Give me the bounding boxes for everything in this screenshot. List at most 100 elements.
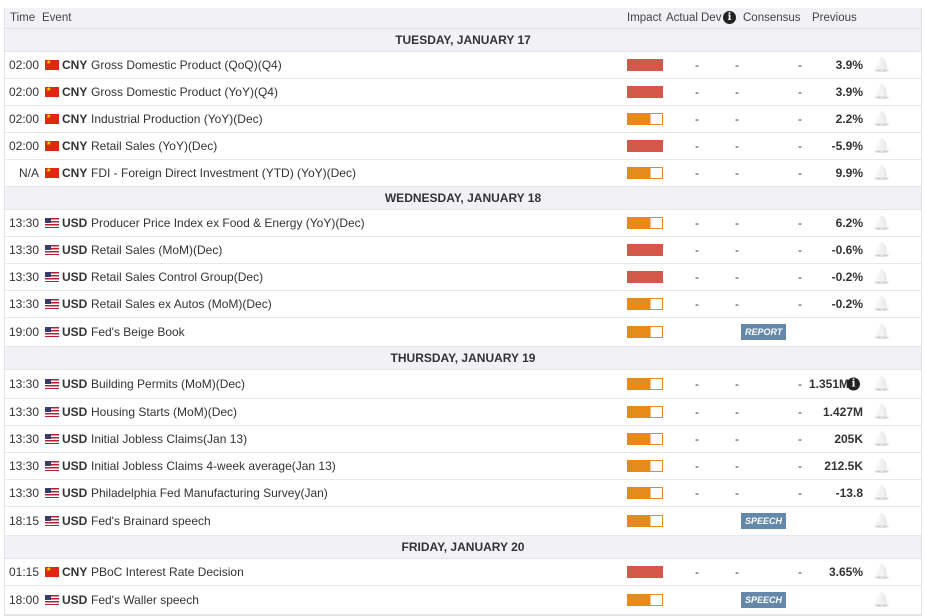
bell-icon[interactable]: 🔔 bbox=[873, 376, 890, 393]
bell-icon[interactable]: 🔔 bbox=[873, 592, 890, 609]
impact-high-bar bbox=[627, 566, 663, 578]
event-name[interactable]: Gross Domestic Product (YoY)(Q4) bbox=[91, 85, 278, 99]
table-row[interactable]: 13:30 USD Producer Price Index ex Food & E… bbox=[5, 210, 921, 237]
previous-value: 212.5K bbox=[824, 459, 863, 473]
bell-icon[interactable]: 🔔 bbox=[873, 215, 890, 232]
bell-icon[interactable]: 🔔 bbox=[873, 431, 890, 448]
col-previous: Previous bbox=[812, 12, 857, 24]
cny-flag-icon bbox=[45, 86, 59, 97]
table-row[interactable]: 18:15 USD Fed's Brainard speech SPEECH 🔔 bbox=[5, 507, 921, 536]
event-name[interactable]: Producer Price Index ex Food & Energy (Y… bbox=[91, 216, 365, 230]
dev-value: - bbox=[735, 139, 739, 153]
bell-icon[interactable]: 🔔 bbox=[873, 242, 890, 259]
currency-code: USD bbox=[62, 325, 88, 339]
consensus-value: - bbox=[798, 405, 802, 419]
event-name[interactable]: Retail Sales (MoM)(Dec) bbox=[91, 243, 222, 257]
table-row[interactable]: 02:00 CNYGross Domestic Product (YoY)(Q4)… bbox=[5, 79, 921, 106]
day-header: THURSDAY, JANUARY 19 bbox=[5, 347, 921, 370]
event-time: 02:00 bbox=[8, 139, 39, 153]
impact-medium-bar bbox=[627, 594, 663, 606]
bell-icon[interactable]: 🔔 bbox=[873, 165, 890, 182]
event-name[interactable]: Industrial Production (YoY)(Dec) bbox=[91, 112, 263, 126]
bell-icon[interactable]: 🔔 bbox=[873, 269, 890, 286]
consensus-value: - bbox=[798, 112, 802, 126]
table-row[interactable]: 01:15 CNYPBoC Interest Rate Decision - - - 3.… bbox=[5, 559, 921, 586]
event-name[interactable]: PBoC Interest Rate Decision bbox=[91, 565, 244, 579]
event-name[interactable]: Retail Sales ex Autos (MoM)(Dec) bbox=[91, 297, 272, 311]
dev-value: - bbox=[735, 432, 739, 446]
event-name[interactable]: Initial Jobless Claims 4-week average(Ja… bbox=[91, 459, 336, 473]
event-name[interactable]: Retail Sales Control Group(Dec) bbox=[91, 270, 263, 284]
previous-value: 1.427M bbox=[822, 405, 863, 419]
bell-icon[interactable]: 🔔 bbox=[873, 404, 890, 421]
usd-flag-icon bbox=[45, 299, 59, 309]
event-name[interactable]: Fed's Brainard speech bbox=[91, 514, 211, 528]
bell-icon[interactable]: 🔔 bbox=[873, 57, 890, 74]
bell-icon[interactable]: 🔔 bbox=[873, 111, 890, 128]
event-name[interactable]: Building Permits (MoM)(Dec) bbox=[91, 377, 245, 391]
event-time: 13:30 bbox=[8, 216, 39, 230]
actual-value: - bbox=[695, 432, 699, 446]
table-row[interactable]: 13:30 USD Retail Sales Control Group(Dec) -… bbox=[5, 264, 921, 291]
bell-icon[interactable]: 🔔 bbox=[873, 296, 890, 313]
table-row[interactable]: 13:30 USD Retail Sales (MoM)(Dec) - - - -0.6% 🔔 bbox=[5, 237, 921, 264]
bell-icon[interactable]: 🔔 bbox=[873, 513, 890, 530]
table-row[interactable]: 13:30 USD Building Permits (MoM)(Dec) - - -1.… bbox=[5, 370, 921, 399]
event-name[interactable]: Fed's Waller speech bbox=[91, 593, 199, 607]
table-row[interactable]: 13:30 USD Initial Jobless Claims(Jan 13) - -… bbox=[5, 426, 921, 453]
actual-value: - bbox=[695, 85, 699, 99]
currency-code: CNY bbox=[62, 166, 88, 180]
table-row[interactable]: 13:30 USD Retail Sales ex Autos (MoM)(Dec)… bbox=[5, 291, 921, 318]
table-row[interactable]: 13:30 USD Housing Starts (MoM)(Dec) - - - 1.42… bbox=[5, 399, 921, 426]
actual-value: - bbox=[695, 377, 699, 391]
bell-icon[interactable]: 🔔 bbox=[873, 138, 890, 155]
previous-value: 205K bbox=[834, 432, 863, 446]
currency-code: USD bbox=[62, 405, 88, 419]
bell-icon[interactable]: 🔔 bbox=[873, 324, 890, 341]
currency-code: USD bbox=[62, 216, 88, 230]
actual-value: - bbox=[695, 565, 699, 579]
impact-medium-bar bbox=[627, 167, 663, 179]
report-badge[interactable]: REPORT bbox=[741, 324, 787, 340]
event-name[interactable]: FDI - Foreign Direct Investment (YTD) (Y… bbox=[91, 166, 356, 180]
bell-icon[interactable]: 🔔 bbox=[873, 84, 890, 101]
event-name[interactable]: Housing Starts (MoM)(Dec) bbox=[91, 405, 237, 419]
table-row[interactable]: 13:30 USD Initial Jobless Claims 4-week av… bbox=[5, 453, 921, 480]
bell-icon[interactable]: 🔔 bbox=[873, 564, 890, 581]
event-name[interactable]: Gross Domestic Product (QoQ)(Q4) bbox=[91, 58, 282, 72]
table-row[interactable]: 13:30 USD Philadelphia Fed Manufacturing S… bbox=[5, 480, 921, 507]
dev-value: - bbox=[735, 459, 739, 473]
actual-value: - bbox=[695, 297, 699, 311]
event-name[interactable]: Philadelphia Fed Manufacturing Survey(Ja… bbox=[91, 486, 328, 500]
table-row[interactable]: 02:00 CNYRetail Sales (YoY)(Dec) - - - -5.9% 🔔 bbox=[5, 133, 921, 160]
currency-code: CNY bbox=[62, 85, 88, 99]
usd-flag-icon bbox=[45, 245, 59, 255]
consensus-value: - bbox=[798, 459, 802, 473]
table-row[interactable]: 18:00 USD Fed's Waller speech SPEECH 🔔 bbox=[5, 586, 921, 615]
speech-badge[interactable]: SPEECH bbox=[741, 592, 787, 608]
actual-value: - bbox=[695, 166, 699, 180]
currency-code: USD bbox=[62, 270, 88, 284]
event-time: 01:15 bbox=[8, 565, 39, 579]
event-time: 13:30 bbox=[8, 377, 39, 391]
speech-badge[interactable]: SPEECH bbox=[741, 513, 787, 529]
dev-value: - bbox=[735, 486, 739, 500]
bell-icon[interactable]: 🔔 bbox=[873, 485, 890, 502]
info-icon[interactable]: i bbox=[723, 11, 736, 24]
table-row[interactable]: 19:00 USD Fed's Beige Book REPORT 🔔 bbox=[5, 318, 921, 347]
actual-value: - bbox=[695, 112, 699, 126]
event-name[interactable]: Initial Jobless Claims(Jan 13) bbox=[91, 432, 247, 446]
event-time: 18:15 bbox=[8, 514, 39, 528]
bell-icon[interactable]: 🔔 bbox=[873, 458, 890, 475]
table-row[interactable]: 02:00 CNYGross Domestic Product (QoQ)(Q4)… bbox=[5, 52, 921, 79]
event-time: 13:30 bbox=[8, 432, 39, 446]
previous-value: 3.65% bbox=[828, 565, 863, 579]
table-row[interactable]: 02:00 CNYIndustrial Production (YoY)(Dec)… bbox=[5, 106, 921, 133]
currency-code: CNY bbox=[62, 139, 88, 153]
event-name[interactable]: Retail Sales (YoY)(Dec) bbox=[91, 139, 217, 153]
usd-flag-icon bbox=[45, 379, 59, 389]
impact-high-bar bbox=[627, 271, 663, 283]
info-icon[interactable]: i bbox=[847, 377, 860, 391]
table-row[interactable]: N/A CNYFDI - Foreign Direct Investment (Y… bbox=[5, 160, 921, 187]
event-name[interactable]: Fed's Beige Book bbox=[91, 325, 185, 339]
